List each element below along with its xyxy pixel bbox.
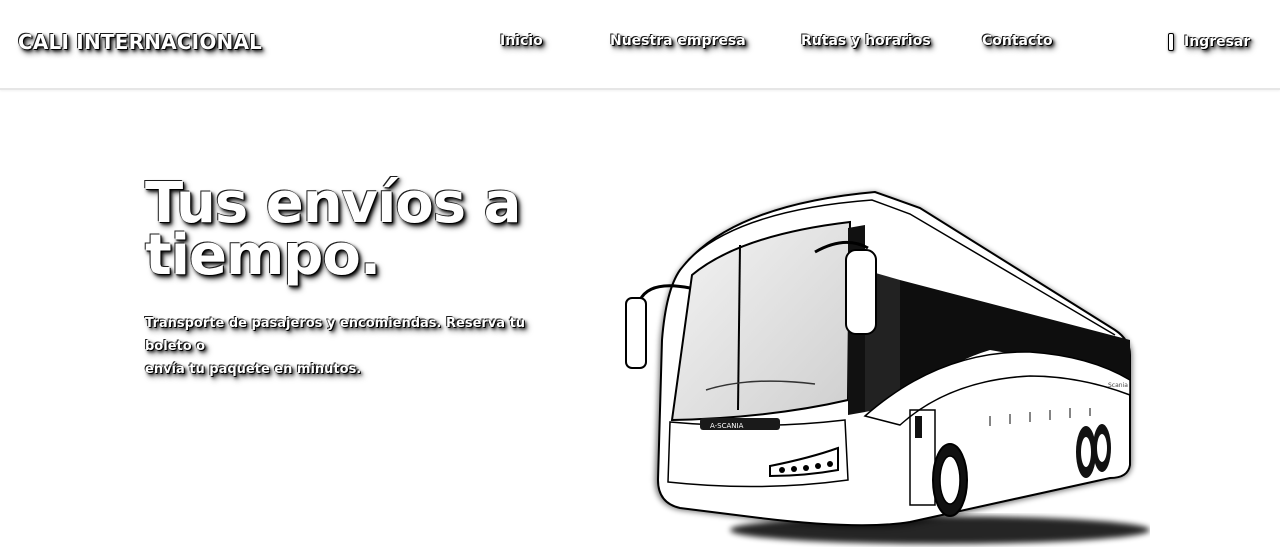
side-brand-text: Scania xyxy=(1108,382,1128,389)
hero-subtitle-line-2: envía tu paquete en minutos. xyxy=(145,362,362,377)
nav-link-nuestra-empresa[interactable]: Nuestra empresa xyxy=(610,33,746,49)
hero-title-line-2: tiempo. xyxy=(145,223,381,288)
page: CALI INTERNACIONAL Inicio Nuestra empres… xyxy=(0,0,1280,558)
nav-link-contacto[interactable]: Contacto xyxy=(982,33,1053,49)
nav-link-rutas-y-horarios[interactable]: Rutas y horarios xyxy=(801,33,931,49)
hero-subtitle-line-1: Transporte de pasajeros y encomiendas. R… xyxy=(145,316,526,354)
nav-link-inicio[interactable]: Inicio xyxy=(500,33,543,49)
login-label: Ingresar xyxy=(1184,34,1251,50)
front-plate-text: A-SCANIA xyxy=(710,422,744,430)
login-button[interactable]: Ingresar xyxy=(1168,33,1250,51)
user-icon xyxy=(1168,33,1174,51)
hero-title: Tus envíos a tiempo. xyxy=(145,176,565,284)
hero-subtitle: Transporte de pasajeros y encomiendas. R… xyxy=(145,312,555,381)
site-header: CALI INTERNACIONAL Inicio Nuestra empres… xyxy=(0,0,1280,90)
main-nav: Inicio Nuestra empresa Rutas y horarios … xyxy=(0,33,1280,57)
bus-illustration: A-SCANIA Scania xyxy=(625,190,1150,544)
